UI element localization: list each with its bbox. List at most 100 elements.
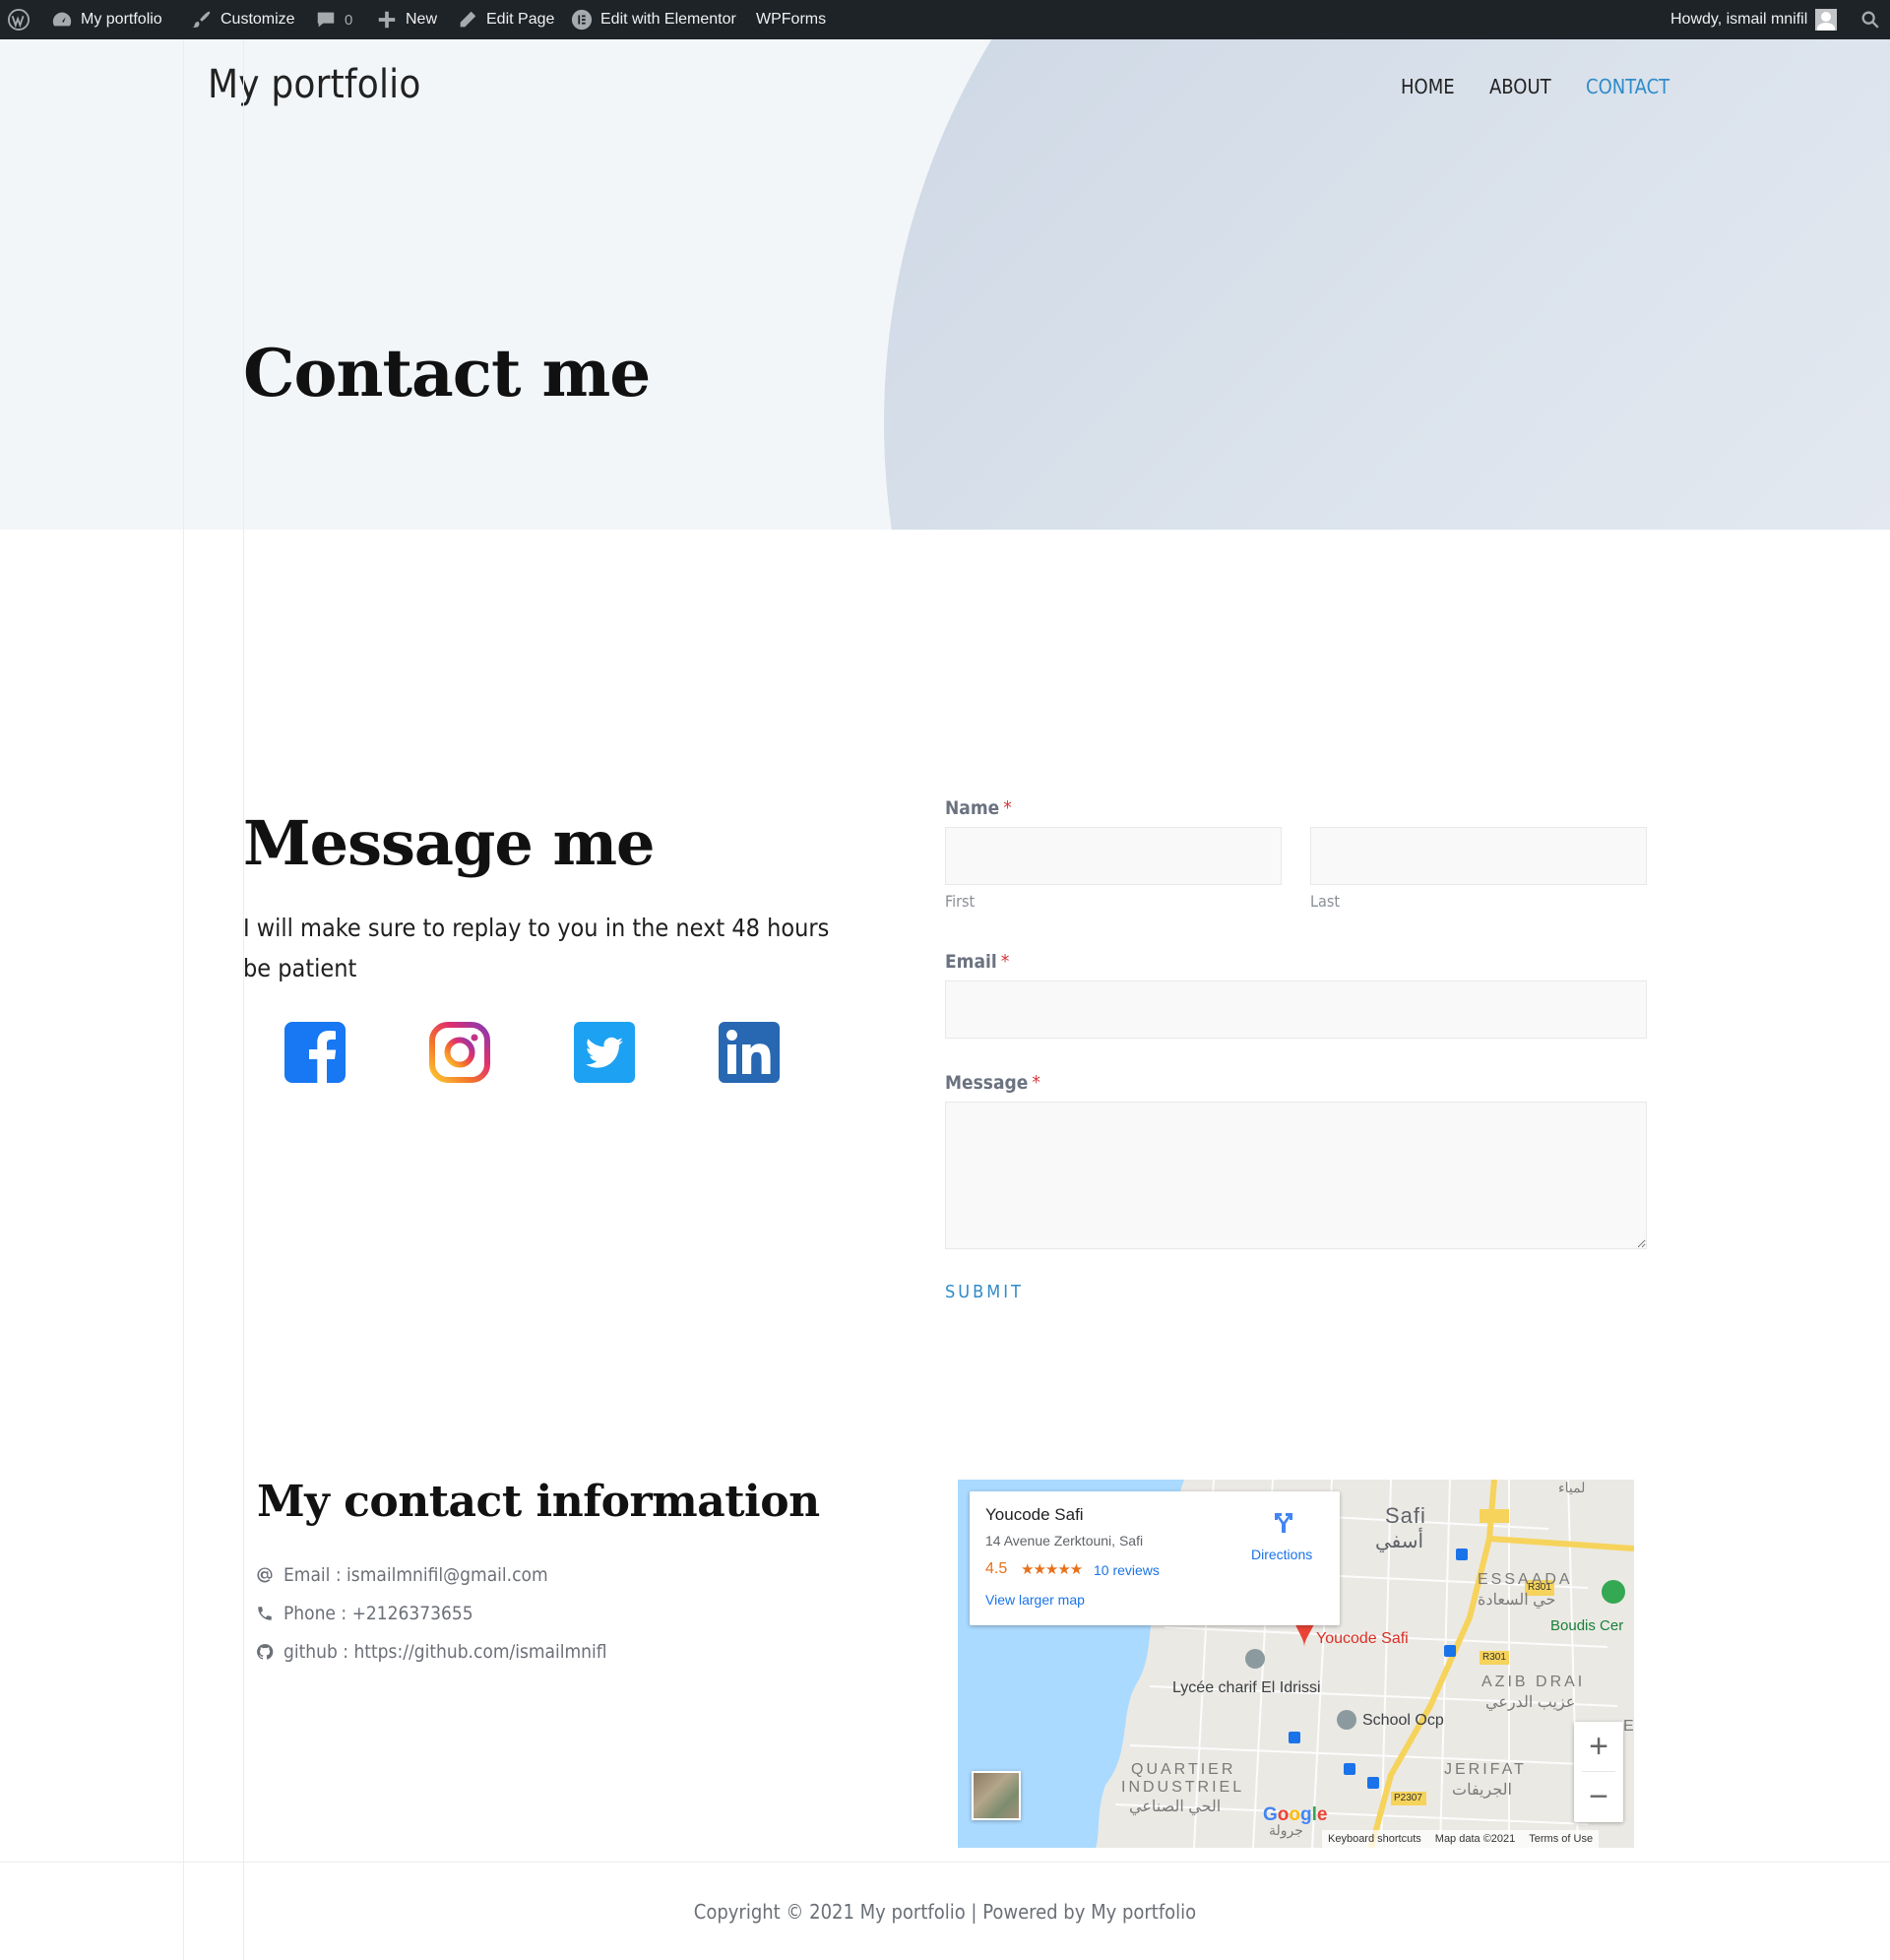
view-larger-map-link[interactable]: View larger map [985,1592,1085,1608]
nav-home[interactable]: HOME [1401,75,1455,98]
map-label-jerifat-ar: الجريفات [1452,1782,1512,1799]
linkedin-link[interactable] [719,1022,780,1083]
map-reviews-link[interactable]: 10 reviews [1094,1562,1160,1578]
wordpress-icon [8,9,30,31]
map-label-essaada-ar: حي السعادة [1478,1592,1556,1609]
last-name-input[interactable] [1310,827,1647,885]
search-icon [1859,9,1881,31]
submit-button[interactable]: SUBMIT [945,1282,1024,1302]
map-place-card: Youcode Safi 14 Avenue Zerktouni, Safi 4… [970,1491,1340,1625]
directions-link[interactable]: Directions [1251,1547,1312,1562]
footer-divider [0,1862,1890,1863]
zoom-in-button[interactable]: + [1574,1722,1623,1771]
admin-customize-link[interactable]: Customize [191,0,295,39]
github-icon [257,1644,274,1660]
required-mark: * [1000,951,1010,973]
first-name-sublabel: First [945,892,976,911]
admin-site-link[interactable]: My portfolio [51,0,162,39]
map-attribution: Keyboard shortcuts Map data ©2021 Terms … [1322,1830,1600,1848]
phone-icon [258,1607,272,1620]
facebook-icon [284,1022,346,1083]
linkedin-icon [719,1022,780,1083]
email-field[interactable] [945,980,1647,1039]
map-zoom-controls: + − [1574,1722,1623,1822]
admin-search-button[interactable] [1859,0,1881,39]
admin-howdy-label: Howdy, ismail mnifil [1670,11,1808,28]
google-map-embed[interactable]: Safi أسفي لمياء ESSAADA حي السعادة Boudi… [958,1480,1634,1848]
map-label-lycee: Lycée charif El Idrissi [1172,1679,1321,1696]
map-label-essaada: ESSAADA [1478,1571,1573,1588]
admin-comments-count: 0 [345,11,353,29]
email-info-row: Email : ismailmnifil@gmail.com [256,1564,548,1586]
map-label-industriel-ar: الحي الصناعي [1129,1799,1222,1815]
map-label-lamia-ar: لمياء [1558,1480,1586,1495]
admin-new-link[interactable]: New [376,0,437,39]
directions-icon[interactable] [1271,1509,1296,1535]
page-title: Contact me [243,335,651,411]
admin-comments-link[interactable]: 0 [315,0,352,39]
layout-guide-line [183,39,184,1960]
admin-edit-page-label: Edit Page [486,11,555,28]
github-info-text[interactable]: github : https://github.com/ismailmnifl [284,1641,607,1663]
email-icon [257,1567,273,1583]
admin-wpforms-label: WPForms [756,11,827,28]
admin-edit-elementor-label: Edit with Elementor [600,11,736,28]
phone-info-text[interactable]: Phone : +2126373655 [284,1603,473,1624]
map-label-safi: Safi [1385,1503,1426,1528]
map-label-industriel: INDUSTRIEL [1121,1779,1245,1796]
map-place-name: Youcode Safi [985,1505,1084,1524]
map-label-youcode-pin: Youcode Safi [1316,1630,1409,1647]
paintbrush-icon [191,9,213,31]
comment-bubble-icon [315,9,337,31]
map-label-boudis: Boudis Cer [1550,1617,1624,1634]
facebook-link[interactable] [284,1022,346,1083]
admin-customize-label: Customize [220,11,295,28]
email-field-label: Email * [945,951,1009,973]
nav-contact[interactable]: CONTACT [1586,75,1670,98]
name-field-label: Name * [945,797,1012,819]
admin-new-label: New [406,11,438,28]
admin-wpforms-link[interactable]: WPForms [756,0,826,39]
avatar [1815,9,1838,31]
footer-copyright: Copyright © 2021 My portfolio | Powered … [693,1900,1197,1924]
message-title: Message me [243,807,655,879]
message-field-label: Message * [945,1072,1040,1094]
first-name-input[interactable] [945,827,1282,885]
admin-edit-elementor-link[interactable]: Edit with Elementor [571,0,736,39]
site-title[interactable]: My portfolio [208,62,421,107]
required-mark: * [1032,1072,1040,1094]
elementor-icon [571,9,593,31]
road-label-r301: R301 [1482,1652,1506,1663]
map-label-jerifat: JERIFAT [1444,1761,1527,1778]
required-mark: * [1003,797,1012,819]
twitter-link[interactable] [574,1022,635,1083]
map-label-safi-ar: أسفي [1375,1531,1424,1552]
map-label-edge: E [1623,1718,1634,1735]
instagram-link[interactable] [429,1022,490,1083]
nav-about[interactable]: ABOUT [1489,75,1551,98]
map-label-azib-ar: عزيب الدرعي [1485,1694,1576,1711]
plus-icon [376,9,398,31]
road-label-r301: R301 [1528,1582,1551,1593]
wordpress-logo-button[interactable] [8,0,30,39]
last-name-sublabel: Last [1310,892,1340,911]
admin-account-menu[interactable]: Howdy, ismail mnifil [1670,0,1838,39]
message-textarea[interactable] [945,1102,1647,1249]
contact-info-title: My contact information [257,1477,820,1527]
zoom-out-button[interactable]: − [1574,1772,1623,1821]
layout-guide-line [243,39,244,1960]
phone-info-row: Phone : +2126373655 [256,1603,473,1624]
satellite-toggle-button[interactable] [972,1771,1021,1820]
google-logo: Google [1263,1804,1328,1825]
pencil-icon [457,9,478,31]
map-label-quartier: QUARTIER [1131,1761,1236,1778]
github-info-row: github : https://github.com/ismailmnifl [256,1641,607,1663]
terms-of-use-link[interactable]: Terms of Use [1529,1833,1593,1845]
hero-decorative-circle [884,39,1890,530]
keyboard-shortcuts-link[interactable]: Keyboard shortcuts [1328,1833,1421,1845]
message-label-text: Message [945,1072,1029,1094]
map-rating-stars: ★★★★★ [1021,1561,1083,1578]
email-info-text[interactable]: Email : ismailmnifil@gmail.com [284,1564,548,1586]
name-label-text: Name [945,797,1000,819]
admin-edit-page-link[interactable]: Edit Page [457,0,554,39]
